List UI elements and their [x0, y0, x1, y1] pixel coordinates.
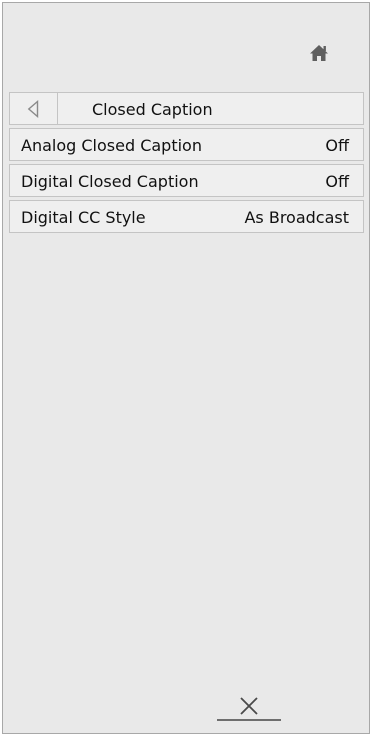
menu-item-digital-cc-style[interactable]: Digital CC Style As Broadcast [9, 200, 364, 233]
back-button[interactable] [10, 93, 58, 124]
settings-panel: Closed Caption Analog Closed Caption Off… [2, 2, 370, 734]
menu-header: Closed Caption [9, 92, 364, 125]
menu-item-label: Digital CC Style [21, 208, 146, 227]
menu-item-value: Off [325, 172, 349, 191]
menu-item-value: Off [325, 136, 349, 155]
close-icon [240, 697, 258, 715]
back-arrow-icon [27, 100, 39, 118]
menu-item-digital-closed-caption[interactable]: Digital Closed Caption Off [9, 164, 364, 197]
menu-item-label: Digital Closed Caption [21, 172, 199, 191]
close-underline [217, 719, 281, 721]
menu-item-analog-closed-caption[interactable]: Analog Closed Caption Off [9, 128, 364, 161]
close-button[interactable] [217, 691, 281, 721]
home-icon [310, 45, 328, 61]
menu-item-value: As Broadcast [244, 208, 349, 227]
closed-caption-menu: Closed Caption Analog Closed Caption Off… [9, 92, 364, 236]
menu-item-label: Analog Closed Caption [21, 136, 202, 155]
home-button[interactable] [308, 43, 330, 63]
menu-title: Closed Caption [92, 100, 213, 119]
